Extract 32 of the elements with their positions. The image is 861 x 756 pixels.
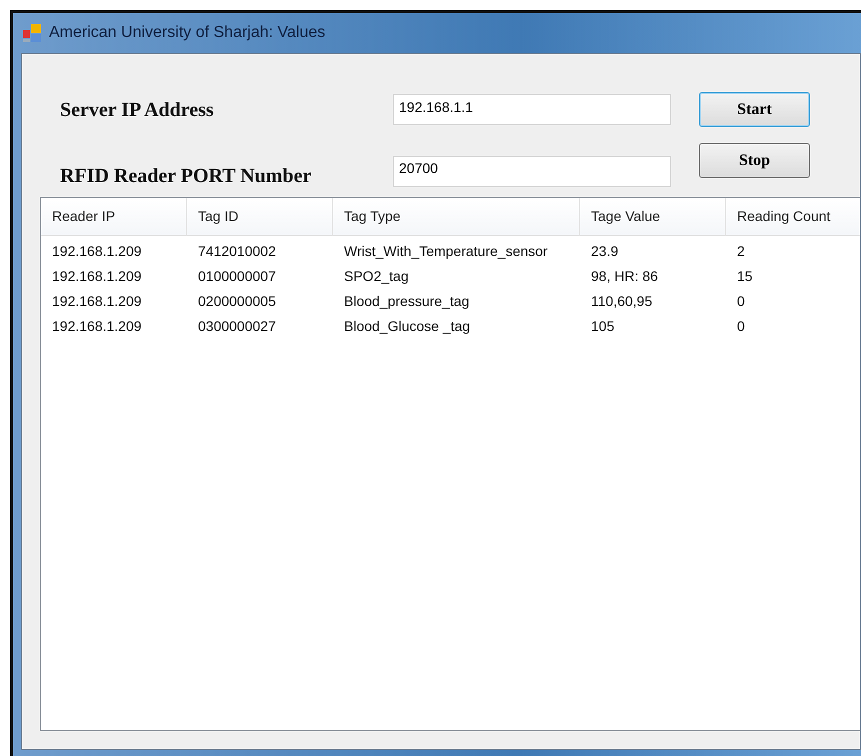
table-cell-text: 192.168.1.209 [51, 317, 143, 336]
table-cell-text: 0200000005 [197, 292, 277, 311]
table-cell-text: SPO2_tag [343, 267, 410, 286]
table-cell-text: Blood_Glucose _tag [343, 317, 472, 336]
table-cell-text: 7412010002 [197, 242, 277, 261]
table-cell-text: 15 [736, 267, 754, 286]
server-ip-label: Server IP Address [59, 98, 215, 122]
table-cell-text: 192.168.1.209 [51, 267, 143, 286]
table-cell-text: 0300000027 [197, 317, 277, 336]
table-cell-text: 0 [736, 317, 746, 336]
column-header[interactable]: Tag Type [333, 198, 580, 236]
window-title: American University of Sharjah: Values [49, 23, 326, 43]
table-cell-text: Wrist_With_Temperature_sensor [343, 242, 549, 261]
column-header[interactable]: Reader IP [41, 198, 187, 236]
table-cell-text: 192.168.1.209 [51, 242, 143, 261]
server-ip-field[interactable]: 192.168.1.1 [393, 94, 671, 125]
table-cell-text: 110,60,95 [590, 292, 654, 311]
table-cell-text: 23.9 [590, 242, 620, 261]
table-cell-text: 2 [736, 242, 746, 261]
table-cell-text: 105 [590, 317, 616, 336]
table-cell-text: 0100000007 [197, 267, 277, 286]
table-cell-text: 0 [736, 292, 746, 311]
port-label: RFID Reader PORT Number [59, 164, 312, 189]
table-cell-text: 192.168.1.209 [51, 292, 143, 311]
table-cell-text: 98, HR: 86 [590, 267, 659, 286]
column-header[interactable]: Tage Value [580, 198, 726, 236]
port-field[interactable]: 20700 [393, 156, 671, 186]
stop-button[interactable]: Stop [699, 143, 810, 178]
column-header[interactable]: Tag ID [187, 198, 333, 236]
table-cell-text: Blood_pressure_tag [343, 292, 470, 311]
start-button[interactable]: Start [699, 92, 810, 127]
app-icon [23, 24, 41, 42]
